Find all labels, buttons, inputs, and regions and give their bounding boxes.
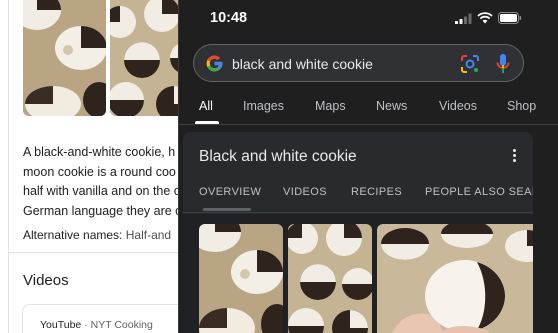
videos-heading: Videos	[23, 272, 69, 289]
tab-news[interactable]: News	[376, 99, 407, 113]
cellular-signal-icon	[455, 13, 472, 24]
video-channel: NYT Cooking	[90, 319, 153, 331]
video-source-name: YouTube	[40, 319, 82, 331]
alternative-names-label: Alternative names:	[23, 228, 123, 242]
google-logo-icon	[206, 55, 223, 72]
wifi-icon	[477, 12, 493, 24]
cookie-image-thumbnail-1[interactable]	[23, 0, 106, 116]
kp-tabs-divider	[183, 212, 533, 213]
status-time: 10:48	[210, 10, 248, 26]
video-source: YouTube · NYT Cooking	[40, 319, 153, 331]
knowledge-panel: Black and white cookie OVERVIEW VIDEOS R…	[183, 132, 533, 333]
knowledge-panel-title: Black and white cookie	[199, 148, 357, 165]
tab-maps[interactable]: Maps	[315, 99, 346, 113]
description-line: moon cookie is a round coo	[23, 164, 176, 179]
description-line: A black-and-white cookie, h	[23, 145, 176, 159]
tab-videos[interactable]: Videos	[439, 99, 477, 113]
card-edge	[8, 0, 9, 333]
battery-icon	[498, 12, 522, 24]
tab-images[interactable]: Images	[243, 99, 284, 113]
alternative-names: Alternative names: Half-and	[23, 228, 171, 242]
tabs-divider	[179, 124, 558, 125]
google-lens-icon[interactable]	[460, 54, 480, 74]
status-icons	[455, 12, 522, 24]
search-query[interactable]: black and white cookie	[232, 56, 373, 72]
mobile-search-screen: 10:48 black and white cookie All Images …	[178, 0, 558, 333]
alternative-names-value: Half-and	[125, 228, 172, 242]
description-line: German language they are c	[23, 203, 182, 218]
microphone-icon[interactable]	[496, 53, 510, 75]
kp-active-tab-indicator	[203, 208, 251, 211]
more-options-icon[interactable]	[513, 149, 517, 163]
kp-tab-videos[interactable]: VIDEOS	[283, 186, 327, 198]
kp-tab-people-also-search[interactable]: PEOPLE ALSO SEAR	[425, 186, 533, 198]
desktop-knowledge-panel: A black-and-white cookie, h moon cookie …	[0, 0, 200, 333]
cookie-image-1[interactable]	[199, 224, 283, 333]
divider	[8, 252, 200, 253]
search-bar[interactable]: black and white cookie	[193, 44, 524, 82]
kp-tab-recipes[interactable]: RECIPES	[351, 186, 402, 198]
description-line: half with vanilla and on the o	[23, 184, 181, 198]
tab-all[interactable]: All	[199, 99, 213, 113]
cookie-image-3[interactable]	[377, 224, 533, 333]
tab-shopping[interactable]: Shop	[507, 99, 536, 113]
kp-tab-overview[interactable]: OVERVIEW	[199, 186, 261, 198]
cookie-description: A black-and-white cookie, h moon cookie …	[23, 143, 198, 221]
cookie-image-2[interactable]	[288, 224, 372, 333]
video-separator: ·	[81, 319, 91, 331]
